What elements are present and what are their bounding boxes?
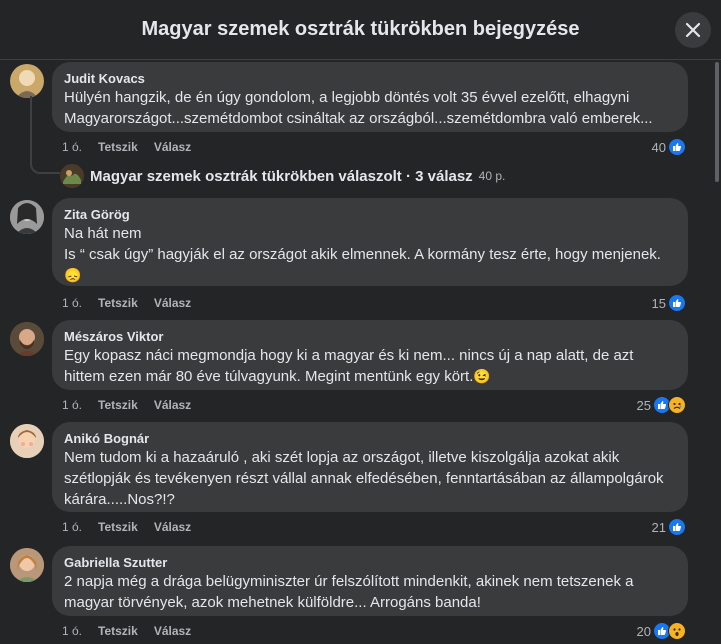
reply-button[interactable]: Válasz xyxy=(154,624,191,638)
reply-thread-line xyxy=(30,96,60,174)
sad-reaction-icon xyxy=(668,396,686,414)
reaction-summary[interactable]: 20 xyxy=(637,622,686,640)
reaction-summary[interactable]: 21 xyxy=(652,518,686,536)
comment-text: Hülyén hangzik, de én úgy gondolom, a le… xyxy=(64,89,653,127)
comment-bubble: Zita Görög Na hát nem Is “ csak úgy” hag… xyxy=(52,198,688,286)
reaction-count: 21 xyxy=(651,519,666,535)
comment-author[interactable]: Anikó Bognár xyxy=(64,430,676,447)
comment-actions: 1 ó. Tetszik Válasz xyxy=(62,296,207,310)
comment-text: Nem tudom ki a hazaáruló , aki szét lopj… xyxy=(64,449,664,508)
like-reaction-icon xyxy=(668,518,686,536)
comment-author[interactable]: Zita Görög xyxy=(64,206,676,223)
dialog-title: Magyar szemek osztrák tükrökben bejegyzé… xyxy=(141,18,580,40)
replies-text[interactable]: Magyar szemek osztrák tükrökben válaszol… xyxy=(90,168,473,185)
reaction-summary[interactable]: 25 xyxy=(637,396,686,414)
avatar[interactable] xyxy=(10,200,44,234)
avatar[interactable] xyxy=(10,64,44,98)
comment-bubble: Mészáros Viktor Egy kopasz náci megmondj… xyxy=(52,320,688,390)
avatar[interactable] xyxy=(10,424,44,458)
comment-actions: 1 ó. Tetszik Válasz xyxy=(62,140,207,154)
like-button[interactable]: Tetszik xyxy=(98,520,138,534)
like-button[interactable]: Tetszik xyxy=(98,140,138,154)
comment-bubble: Judit Kovacs Hülyén hangzik, de én úgy g… xyxy=(52,62,688,132)
reaction-count: 25 xyxy=(636,397,651,413)
replies-link[interactable]: Magyar szemek osztrák tükrökben válaszol… xyxy=(60,164,505,188)
wow-reaction-icon xyxy=(668,622,686,640)
close-button[interactable] xyxy=(675,12,711,48)
comment-time[interactable]: 1 ó. xyxy=(62,398,82,412)
comment-author[interactable]: Judit Kovacs xyxy=(64,70,676,87)
disappointed-emoji: 😞 xyxy=(64,267,82,283)
like-reaction-icon xyxy=(668,138,686,156)
comment-time[interactable]: 1 ó. xyxy=(62,296,82,310)
comment-text: Egy kopasz náci megmondja hogy ki a magy… xyxy=(64,347,634,385)
scrollbar[interactable] xyxy=(715,62,719,182)
like-button[interactable]: Tetszik xyxy=(98,398,138,412)
comment-author[interactable]: Gabriella Szutter xyxy=(64,554,676,571)
comment-text: 2 napja még a drága belügyminiszter úr f… xyxy=(64,573,634,611)
avatar[interactable] xyxy=(10,548,44,582)
comment-bubble: Anikó Bognár Nem tudom ki a hazaáruló , … xyxy=(52,422,688,512)
reply-button[interactable]: Válasz xyxy=(154,296,191,310)
like-button[interactable]: Tetszik xyxy=(98,296,138,310)
wink-emoji: 😉 xyxy=(473,368,491,384)
comment-time[interactable]: 1 ó. xyxy=(62,520,82,534)
like-reaction-icon xyxy=(668,294,686,312)
replies-time: 40 p. xyxy=(478,169,506,183)
like-button[interactable]: Tetszik xyxy=(98,624,138,638)
comment-time[interactable]: 1 ó. xyxy=(62,624,82,638)
reply-button[interactable]: Válasz xyxy=(154,520,191,534)
comment-time[interactable]: 1 ó. xyxy=(62,140,82,154)
page-avatar-icon xyxy=(60,164,84,188)
comment-actions: 1 ó. Tetszik Válasz xyxy=(62,398,207,412)
comment-bubble: Gabriella Szutter 2 napja még a drága be… xyxy=(52,546,688,616)
comment-actions: 1 ó. Tetszik Válasz xyxy=(62,520,207,534)
reaction-summary[interactable]: 40 xyxy=(652,138,686,156)
reaction-count: 20 xyxy=(636,623,651,639)
close-icon xyxy=(685,22,701,38)
avatar[interactable] xyxy=(10,322,44,356)
reaction-count: 15 xyxy=(651,295,666,311)
reply-button[interactable]: Válasz xyxy=(154,398,191,412)
comment-author[interactable]: Mészáros Viktor xyxy=(64,328,676,345)
comment-text: Na hát nem Is “ csak úgy” hagyják el az … xyxy=(64,225,661,283)
reaction-count: 40 xyxy=(651,139,666,155)
reaction-summary[interactable]: 15 xyxy=(652,294,686,312)
dialog-header: Magyar szemek osztrák tükrökben bejegyzé… xyxy=(0,0,721,60)
comment-actions: 1 ó. Tetszik Válasz xyxy=(62,624,207,638)
reply-button[interactable]: Válasz xyxy=(154,140,191,154)
